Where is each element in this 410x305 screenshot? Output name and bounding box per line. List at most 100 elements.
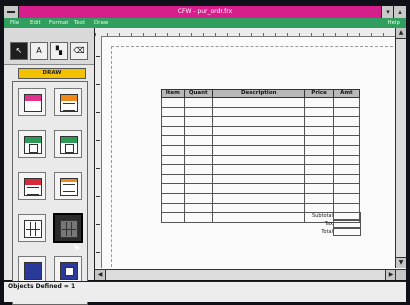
palette-lines[interactable]: [54, 172, 82, 200]
table-cell[interactable]: [211, 116, 306, 127]
table-cell[interactable]: [161, 144, 185, 156]
palette-titled-box[interactable]: [18, 88, 46, 116]
palette-button[interactable]: [18, 256, 46, 284]
subtotal-field[interactable]: [333, 212, 361, 220]
menu-help[interactable]: Help: [387, 18, 400, 28]
palette-grid[interactable]: [18, 214, 46, 242]
table-row[interactable]: [161, 125, 361, 137]
table-cell[interactable]: [183, 164, 213, 175]
eraser-tool-icon[interactable]: ⌫: [70, 42, 88, 60]
table-cell[interactable]: [332, 183, 361, 194]
form-table[interactable]: Item Quant Description Price Amt: [161, 89, 361, 223]
table-cell[interactable]: [183, 97, 213, 108]
table-cell[interactable]: [183, 154, 213, 166]
table-cell[interactable]: [161, 125, 185, 137]
table-row[interactable]: [161, 164, 361, 175]
table-cell[interactable]: [304, 154, 334, 166]
palette-check-box[interactable]: [18, 130, 46, 158]
select-tool-icon[interactable]: ↖: [10, 42, 28, 60]
menu-format[interactable]: Format: [49, 18, 68, 28]
table-cell[interactable]: [161, 106, 185, 118]
table-cell[interactable]: [304, 192, 334, 204]
table-cell[interactable]: [211, 173, 306, 185]
table-cell[interactable]: [304, 164, 334, 175]
table-cell[interactable]: [183, 202, 213, 214]
table-cell[interactable]: [161, 173, 185, 185]
table-cell[interactable]: [332, 144, 361, 156]
table-row[interactable]: [161, 116, 361, 127]
table-cell[interactable]: [332, 116, 361, 127]
horizontal-scrollbar[interactable]: ◀ ▶: [95, 269, 396, 280]
table-cell[interactable]: [183, 192, 213, 204]
maximize-button[interactable]: ▴: [393, 6, 406, 18]
table-row[interactable]: [161, 192, 361, 204]
table-cell[interactable]: [161, 183, 185, 194]
table-cell[interactable]: [183, 135, 213, 146]
palette-grid-selected[interactable]: [53, 213, 83, 243]
table-row[interactable]: [161, 183, 361, 194]
menu-draw[interactable]: Draw: [94, 18, 108, 28]
table-row[interactable]: [161, 97, 361, 108]
table-cell[interactable]: [161, 154, 185, 166]
table-cell[interactable]: [211, 135, 306, 146]
table-row[interactable]: [161, 144, 361, 156]
table-cell[interactable]: [332, 135, 361, 146]
table-cell[interactable]: [304, 173, 334, 185]
table-cell[interactable]: [304, 183, 334, 194]
table-cell[interactable]: [183, 106, 213, 118]
table-cell[interactable]: [332, 192, 361, 204]
table-cell[interactable]: [304, 106, 334, 118]
table-cell[interactable]: [183, 144, 213, 156]
table-cell[interactable]: [332, 106, 361, 118]
table-cell[interactable]: [332, 173, 361, 185]
palette-header-lines[interactable]: [18, 172, 46, 200]
table-row[interactable]: [161, 173, 361, 185]
table-row[interactable]: [161, 135, 361, 146]
menu-edit[interactable]: Edit: [30, 18, 41, 28]
table-cell[interactable]: [332, 154, 361, 166]
table-cell[interactable]: [211, 192, 306, 204]
table-cell[interactable]: [183, 173, 213, 185]
table-cell[interactable]: [183, 116, 213, 127]
table-cell[interactable]: [183, 125, 213, 137]
table-cell[interactable]: [304, 125, 334, 137]
title-bar[interactable]: CFW - pur_ordr.frx ▾ ▴: [4, 6, 406, 18]
color-tool-icon[interactable]: ▚: [50, 42, 68, 60]
table-cell[interactable]: [161, 97, 185, 108]
text-tool-icon[interactable]: A: [30, 42, 48, 60]
table-cell[interactable]: [211, 164, 306, 175]
scroll-left-arrow-icon[interactable]: ◀: [95, 270, 106, 280]
palette-button-2[interactable]: [54, 256, 82, 284]
table-cell[interactable]: [332, 125, 361, 137]
palette-check-box-2[interactable]: [54, 130, 82, 158]
table-cell[interactable]: [211, 125, 306, 137]
total-field[interactable]: [333, 228, 361, 236]
table-cell[interactable]: [161, 202, 185, 214]
table-cell[interactable]: [161, 116, 185, 127]
table-row[interactable]: [161, 154, 361, 166]
table-cell[interactable]: [332, 97, 361, 108]
menu-text[interactable]: Text: [74, 18, 85, 28]
vertical-scrollbar[interactable]: ▲ ▼: [395, 28, 406, 268]
scroll-up-arrow-icon[interactable]: ▲: [396, 28, 406, 39]
table-cell[interactable]: [161, 212, 185, 223]
table-cell[interactable]: [211, 154, 306, 166]
table-cell[interactable]: [161, 164, 185, 175]
table-cell[interactable]: [304, 144, 334, 156]
table-cell[interactable]: [183, 212, 213, 223]
table-cell[interactable]: [304, 97, 334, 108]
menu-file[interactable]: File: [10, 18, 19, 28]
design-canvas[interactable]: Item Quant Description Price Amt Subtota…: [95, 28, 406, 280]
scroll-down-arrow-icon[interactable]: ▼: [396, 257, 406, 268]
table-cell[interactable]: [211, 106, 306, 118]
table-cell[interactable]: [211, 144, 306, 156]
table-cell[interactable]: [332, 164, 361, 175]
palette-lined-box[interactable]: [54, 88, 82, 116]
table-cell[interactable]: [211, 97, 306, 108]
table-cell[interactable]: [211, 183, 306, 194]
table-cell[interactable]: [304, 116, 334, 127]
table-cell[interactable]: [161, 192, 185, 204]
table-cell[interactable]: [304, 135, 334, 146]
tax-field[interactable]: [333, 220, 361, 228]
table-cell[interactable]: [183, 183, 213, 194]
